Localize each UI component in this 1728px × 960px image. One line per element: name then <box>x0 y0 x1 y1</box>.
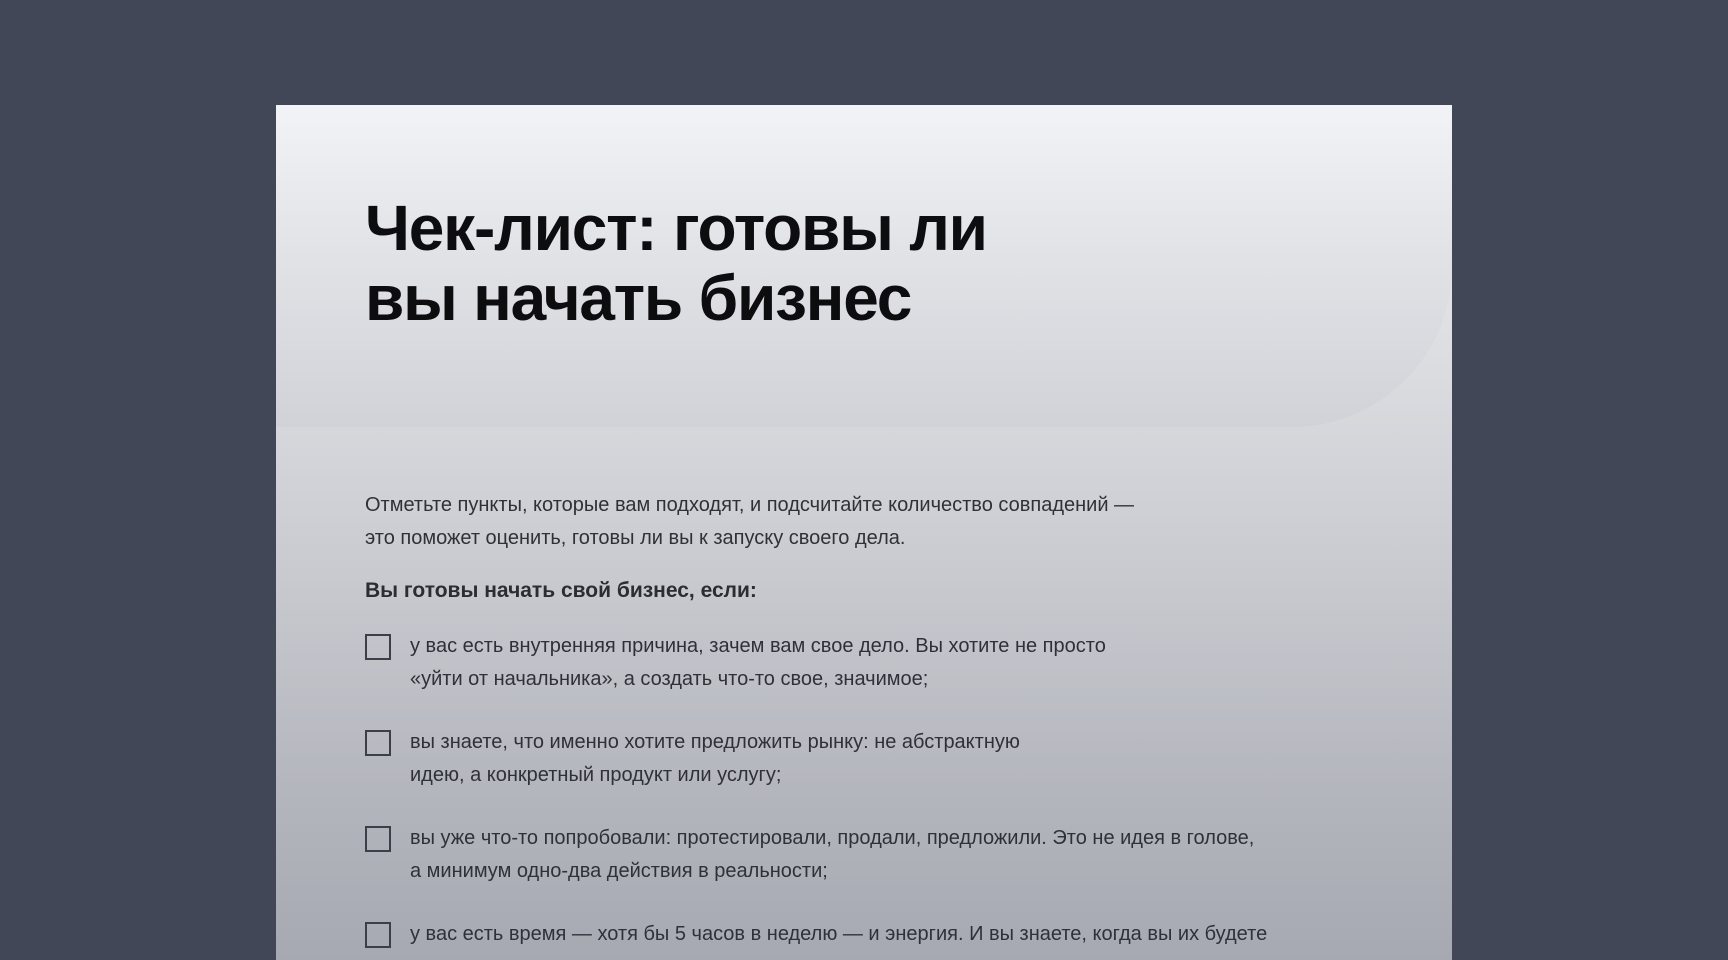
document-title: Чек-лист: готовы ли вы начать бизнес <box>365 193 1125 333</box>
intro-line: это поможет оценить, готовы ли вы к запу… <box>365 527 906 549</box>
item-line: у вас есть внутренняя причина, зачем вам… <box>410 635 1106 657</box>
item-line: вы уже что-то попробовали: протестировал… <box>410 827 1255 849</box>
item-text: вы уже что-то попробовали: протестировал… <box>410 822 1254 888</box>
intro-paragraph: Отметьте пункты, которые вам подходят, и… <box>365 489 1134 555</box>
item-line: у вас есть время — хотя бы 5 часов в нед… <box>410 923 1268 945</box>
item-checkbox[interactable] <box>365 634 391 660</box>
item-checkbox[interactable] <box>365 922 391 948</box>
item-line: а минимум одно-два действия в реальности… <box>410 860 828 882</box>
intro-line: Отметьте пункты, которые вам подходят, и… <box>365 494 1135 516</box>
item-text: у вас есть внутренняя причина, зачем вам… <box>410 630 1106 696</box>
title-line: Чек-лист: готовы ли <box>365 192 988 264</box>
item-line: вы знаете, что именно хотите предложить … <box>410 731 1020 753</box>
item-text: вы знаете, что именно хотите предложить … <box>410 726 1020 792</box>
title-line: вы начать бизнес <box>365 262 912 334</box>
item-checkbox[interactable] <box>365 826 391 852</box>
item-text: у вас есть время — хотя бы 5 часов в нед… <box>410 918 1267 951</box>
checklist-lead: Вы готовы начать свой бизнес, если: <box>365 579 757 602</box>
item-checkbox[interactable] <box>365 730 391 756</box>
item-line: «уйти от начальника», а создать что-то с… <box>410 668 929 690</box>
item-line: идею, а конкретный продукт или услугу; <box>410 764 782 786</box>
checklist-document: Чек-лист: готовы ли вы начать бизнес Отм… <box>276 105 1452 960</box>
